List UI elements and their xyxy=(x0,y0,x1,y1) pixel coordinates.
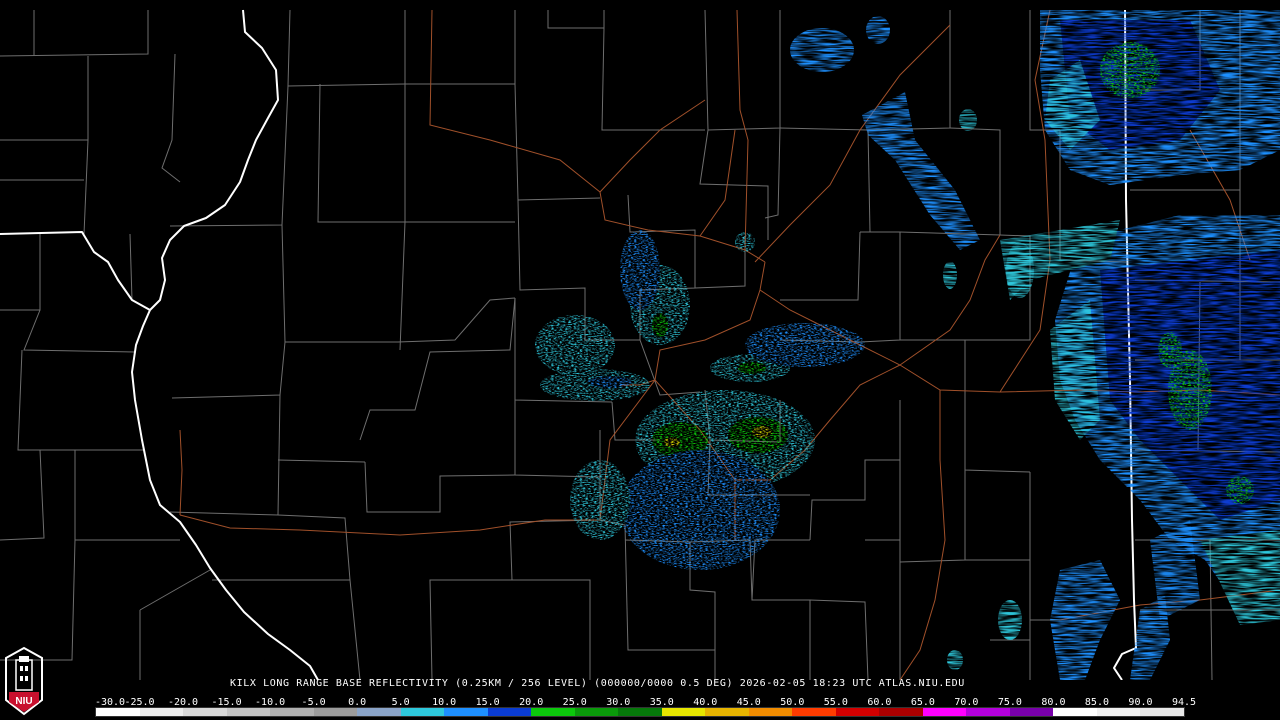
color-scale-segment xyxy=(400,708,445,716)
color-scale-segment xyxy=(270,708,314,716)
color-scale-segment xyxy=(835,708,880,716)
color-scale-label: -5.0 xyxy=(301,697,326,708)
color-scale-segment xyxy=(183,708,227,716)
color-scale-label: 80.0 xyxy=(1041,697,1066,708)
color-scale-label: 40.0 xyxy=(693,697,718,708)
color-scale-label: 70.0 xyxy=(954,697,979,708)
product-caption: KILX LONG RANGE BASE REFLECTIVITY (0.25K… xyxy=(230,678,965,689)
color-scale-segment xyxy=(922,708,967,716)
color-scale-segment xyxy=(96,708,140,716)
color-scale-label: 5.0 xyxy=(391,697,410,708)
color-scale-segment xyxy=(574,708,619,716)
color-scale-label: -15.0 xyxy=(211,697,242,708)
color-scale-bar xyxy=(95,707,1185,717)
color-scale-label: 75.0 xyxy=(997,697,1022,708)
color-scale-label: 30.0 xyxy=(606,697,631,708)
color-scale-segment xyxy=(357,708,401,716)
color-scale-label: -20.0 xyxy=(167,697,199,708)
color-scale-segment xyxy=(792,708,836,716)
color-scale-label: 0.0 xyxy=(348,697,367,708)
color-scale-segment xyxy=(661,708,706,716)
color-scale-segment xyxy=(618,708,662,716)
color-scale-label: 60.0 xyxy=(867,697,892,708)
color-scale-label: 55.0 xyxy=(823,697,848,708)
color-scale-label: 85.0 xyxy=(1084,697,1109,708)
color-scale-segment xyxy=(1053,708,1097,716)
color-scale-label: -10.0 xyxy=(255,697,286,708)
color-scale-label: 90.0 xyxy=(1128,697,1153,708)
color-scale-label: 20.0 xyxy=(519,697,544,708)
color-scale-segment xyxy=(1140,708,1184,716)
color-scale-segment xyxy=(966,708,1010,716)
color-scale-label: 15.0 xyxy=(475,697,500,708)
color-scale-segment xyxy=(705,708,749,716)
color-scale-segment xyxy=(139,708,184,716)
color-scale-segment xyxy=(531,708,575,716)
color-scale-segment xyxy=(1096,708,1141,716)
color-scale-label: 25.0 xyxy=(562,697,587,708)
color-scale-label: 45.0 xyxy=(736,697,761,708)
color-scale-segment xyxy=(748,708,793,716)
color-scale-segment xyxy=(444,708,488,716)
radar-map xyxy=(0,0,1280,680)
logo-text: NIU xyxy=(15,696,32,707)
color-scale-label: 10.0 xyxy=(432,697,457,708)
niu-seal-icon[interactable]: NIU xyxy=(2,646,46,716)
color-scale-segment xyxy=(313,708,358,716)
color-scale-label: -30.0 xyxy=(94,697,126,708)
color-scale-segment xyxy=(1009,708,1054,716)
color-scale-label: -25.0 xyxy=(124,697,155,708)
color-scale-label: 94.5 xyxy=(1171,697,1197,708)
color-scale-label: 35.0 xyxy=(649,697,674,708)
color-scale-label: 65.0 xyxy=(910,697,935,708)
color-scale-segment xyxy=(487,708,532,716)
color-scale-segment xyxy=(226,708,271,716)
color-scale-label: 50.0 xyxy=(780,697,805,708)
color-scale-segment xyxy=(879,708,923,716)
